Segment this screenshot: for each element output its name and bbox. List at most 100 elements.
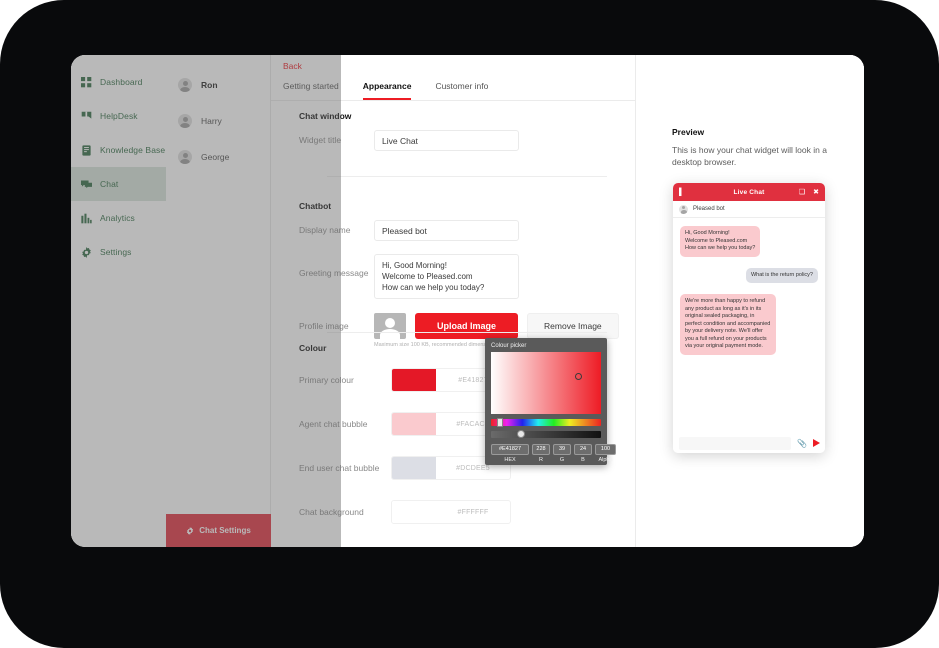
g-caption: G — [559, 456, 565, 463]
tab-divider — [271, 100, 635, 101]
avatar — [679, 204, 688, 214]
primary-colour-label: Primary colour — [299, 375, 354, 385]
avatar — [178, 150, 192, 164]
colour-picker-fields: #E41827 HEX 228 R 39 G 24 B 100 Alpha — [491, 444, 616, 463]
back-link[interactable]: Back — [283, 61, 302, 71]
sidebar-item-analytics[interactable]: Analytics — [71, 201, 166, 235]
contacts-list: Ron Harry George — [166, 55, 271, 547]
widget-header-actions: ❑ ✖ — [799, 189, 819, 196]
close-icon[interactable]: ✖ — [813, 189, 819, 196]
tab-customer-info[interactable]: Customer info — [435, 81, 488, 100]
b-input[interactable]: 24 — [574, 444, 592, 455]
gear-icon — [187, 526, 194, 535]
gear-icon — [82, 246, 91, 258]
menu-icon[interactable]: ▌ — [679, 189, 684, 196]
sidebar-item-label: Analytics — [100, 213, 135, 223]
widget-bot-name: Pleased bot — [693, 206, 725, 212]
alpha-caption: Alpha — [598, 456, 613, 463]
sidebar-item-label: Dashboard — [100, 77, 143, 87]
chat-bubble-user: What is the return policy? — [745, 267, 818, 283]
section-chat-window: Chat window Widget title Live Chat — [271, 111, 635, 151]
section-title: Chat window — [299, 111, 352, 121]
chat-icon — [81, 180, 92, 188]
saturation-value-area[interactable] — [491, 352, 601, 414]
r-field-cell: 228 R — [532, 444, 550, 463]
chat-widget-preview: ▌ Live Chat ❑ ✖ Pleased bot Hi, Good Mor… — [673, 183, 825, 453]
display-name-input[interactable]: Pleased bot — [374, 220, 519, 241]
chat-settings-button[interactable]: Chat Settings — [166, 514, 271, 547]
g-field-cell: 39 G — [553, 444, 571, 463]
remove-image-button[interactable]: Remove Image — [527, 313, 619, 339]
sidebar-item-settings[interactable]: Settings — [71, 235, 166, 269]
send-icon[interactable] — [813, 439, 820, 447]
sidebar-item-label: Chat — [100, 179, 119, 189]
knowledge-base-icon — [82, 144, 91, 156]
alpha-slider-knob[interactable] — [517, 430, 525, 438]
upload-image-button[interactable]: Upload Image — [415, 313, 519, 339]
sidebar: Dashboard HelpDesk Knowledge Base Chat A… — [71, 55, 166, 547]
analytics-icon — [81, 213, 92, 223]
preview-description: This is how your chat widget will look i… — [672, 145, 827, 167]
list-item[interactable]: Harry — [166, 103, 270, 139]
sidebar-item-dashboard[interactable]: Dashboard — [71, 65, 166, 99]
sidebar-item-helpdesk[interactable]: HelpDesk — [71, 99, 166, 133]
sidebar-item-label: Knowledge Base — [100, 145, 166, 155]
greeting-message-label: Greeting message — [299, 268, 369, 278]
end-user-bubble-label: End user chat bubble — [299, 463, 380, 473]
paperclip-icon[interactable]: 📎 — [797, 439, 807, 448]
greeting-message-textarea[interactable]: Hi, Good Morning! Welcome to Pleased.com… — [374, 254, 519, 299]
widget-header: ▌ Live Chat ❑ ✖ — [673, 183, 825, 201]
r-caption: R — [539, 456, 543, 463]
appearance-form: Back Getting started Appearance Customer… — [271, 55, 636, 547]
hue-slider-knob[interactable] — [497, 418, 503, 427]
section-title: Chatbot — [299, 201, 332, 211]
profile-image-thumbnail — [374, 313, 406, 339]
row-chat-background: Chat background #FFFFFF — [299, 500, 635, 524]
colour-swatch[interactable] — [392, 369, 436, 391]
main-content: Back Getting started Appearance Customer… — [271, 55, 864, 547]
preview-panel: Preview This is how your chat widget wil… — [636, 55, 864, 547]
widget-title-label: Widget title — [299, 135, 342, 145]
alpha-slider[interactable] — [491, 430, 601, 438]
alpha-field-cell: 100 Alpha — [595, 444, 616, 463]
sidebar-item-chat[interactable]: Chat — [71, 167, 166, 201]
avatar — [178, 114, 192, 128]
widget-title-input[interactable]: Live Chat — [374, 130, 519, 151]
r-input[interactable]: 228 — [532, 444, 550, 455]
sidebar-item-label: HelpDesk — [100, 111, 138, 121]
tab-getting-started[interactable]: Getting started — [283, 81, 339, 100]
tab-appearance[interactable]: Appearance — [362, 81, 412, 100]
colour-picker-popup[interactable]: Colour picker #E41827 HEX 228 R 39 G 24 … — [485, 338, 616, 465]
message-input[interactable] — [679, 436, 792, 450]
dashboard-icon — [81, 76, 92, 87]
hex-caption: HEX — [504, 456, 516, 463]
section-chatbot: Chatbot Display name Pleased bot Greetin… — [271, 201, 635, 349]
colour-swatch[interactable] — [392, 413, 436, 435]
row-greeting-message: Greeting message Hi, Good Morning! Welco… — [299, 254, 635, 299]
hue-slider[interactable] — [491, 418, 601, 427]
list-item[interactable]: Ron — [166, 67, 270, 103]
g-input[interactable]: 39 — [553, 444, 571, 455]
row-display-name: Display name Pleased bot — [299, 220, 635, 241]
preview-title: Preview — [672, 127, 705, 137]
sidebar-item-label: Settings — [100, 247, 132, 257]
chat-background-colour-picker[interactable]: #FFFFFF — [391, 500, 511, 524]
saturation-cursor[interactable] — [575, 373, 582, 380]
sidebar-item-knowledge-base[interactable]: Knowledge Base — [71, 133, 166, 167]
profile-image-label: Profile image — [299, 321, 349, 331]
widget-bot-bar: Pleased bot — [673, 201, 825, 218]
alpha-input[interactable]: 100 — [595, 444, 616, 455]
chat-bubble-agent: We're more than happy to refund any prod… — [680, 294, 776, 355]
colour-swatch[interactable] — [392, 501, 436, 523]
chat-background-label: Chat background — [299, 507, 364, 517]
minimize-icon[interactable]: ❑ — [799, 189, 805, 196]
contact-name: Ron — [201, 80, 218, 90]
hex-input[interactable]: #E41827 — [491, 444, 529, 455]
contact-name: Harry — [201, 116, 222, 126]
widget-composer: 📎 — [673, 433, 825, 453]
list-item[interactable]: George — [166, 139, 270, 175]
colour-swatch[interactable] — [392, 457, 436, 479]
app-screen: Dashboard HelpDesk Knowledge Base Chat A… — [71, 55, 864, 547]
contact-name: George — [201, 152, 230, 162]
display-name-label: Display name — [299, 225, 351, 235]
